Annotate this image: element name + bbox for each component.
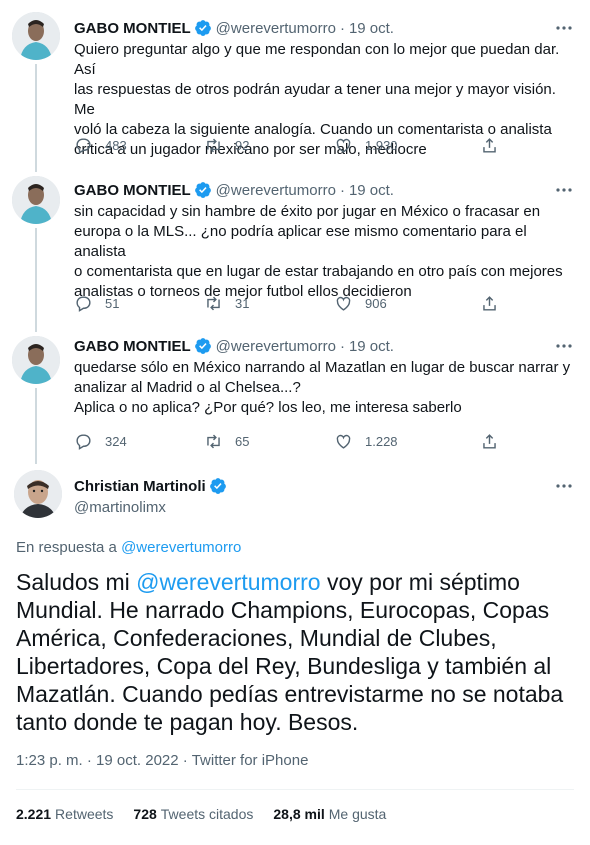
likes-stat[interactable]: 28,8 mil Me gusta [273, 806, 386, 822]
like-count: 1.228 [365, 433, 398, 449]
reply-count: 483 [105, 137, 127, 153]
tweet-actions: 324 65 1.228 [74, 431, 574, 451]
like-button[interactable]: 1.228 [334, 432, 398, 451]
reply-count: 51 [105, 295, 120, 311]
quotes-stat[interactable]: 728 Tweets citados [133, 806, 253, 822]
tweet-full-date[interactable]: 19 oct. 2022 [96, 752, 179, 769]
tweet-actions: 51 31 906 [74, 293, 574, 313]
main-author-handle[interactable]: @martinolimx [74, 499, 231, 516]
author-handle[interactable]: @werevertumorro [216, 20, 336, 37]
quotes-count: 728 [133, 806, 157, 822]
author-name[interactable]: GABO MONTIEL [74, 182, 191, 199]
share-button[interactable] [480, 294, 511, 313]
engagement-stats: 2.221 Retweets 728 Tweets citados 28,8 mil… [16, 806, 406, 822]
retweets-count: 2.221 [16, 806, 52, 822]
author-name[interactable]: GABO MONTIEL [74, 338, 191, 355]
retweet-button[interactable]: 92 [204, 136, 249, 155]
retweet-count: 31 [235, 295, 250, 311]
share-icon [483, 433, 496, 449]
thread-tweet[interactable]: GABO MONTIEL @werevertumorro · 19 oct. q… [0, 324, 590, 464]
retweet-button[interactable]: 31 [204, 294, 249, 313]
verified-badge-icon [194, 338, 211, 354]
reply-prefix: En respuesta a [16, 539, 117, 556]
separator-dot: · [339, 181, 345, 199]
retweet-icon [207, 434, 220, 448]
meta-sep: · [86, 752, 92, 769]
mention-link[interactable]: @werevertumorro [136, 569, 320, 595]
like-icon [336, 138, 351, 153]
retweet-icon [207, 296, 220, 310]
author-name[interactable]: GABO MONTIEL [74, 20, 191, 37]
tweet-header: GABO MONTIEL @werevertumorro · 19 oct. [74, 18, 574, 38]
reply-button[interactable]: 51 [74, 294, 119, 313]
main-author-name[interactable]: Christian Martinoli [74, 478, 206, 495]
verified-badge-icon [194, 182, 211, 198]
avatar[interactable] [12, 176, 60, 224]
verified-badge-icon [194, 20, 211, 36]
more-icon[interactable] [554, 476, 574, 496]
tweet-date[interactable]: 19 oct. [349, 182, 394, 199]
tweet-date[interactable]: 19 oct. [349, 20, 394, 37]
tweet-actions: 483 92 1.930 [74, 135, 574, 155]
quotes-label: Tweets citados [160, 806, 254, 822]
reply-button[interactable]: 483 [74, 136, 127, 155]
tweet-source: Twitter for iPhone [191, 752, 309, 769]
thread-tweet[interactable]: GABO MONTIEL @werevertumorro · 19 oct. Q… [0, 0, 590, 164]
tweet-time[interactable]: 1:23 p. m. [16, 752, 83, 769]
separator-dot: · [339, 19, 345, 37]
tweet-meta: 1:23 p. m. · 19 oct. 2022 · Twitter for … [16, 752, 308, 769]
tweet-text: sin capacidad y sin hambre de éxito por … [74, 203, 563, 300]
reply-icon [76, 295, 91, 312]
reply-count: 324 [105, 433, 127, 449]
meta-sep: · [182, 752, 188, 769]
reply-mention-link[interactable]: @werevertumorro [121, 539, 241, 556]
share-icon [483, 295, 496, 311]
retweets-label: Retweets [55, 806, 114, 822]
author-handle[interactable]: @werevertumorro [216, 338, 336, 355]
likes-count: 28,8 mil [273, 806, 325, 822]
retweet-button[interactable]: 65 [204, 432, 249, 451]
verified-badge-icon [209, 478, 226, 494]
reply-icon [76, 137, 91, 154]
tweet-header: GABO MONTIEL @werevertumorro · 19 oct. [74, 336, 574, 356]
more-icon[interactable] [554, 18, 574, 38]
author-handle[interactable]: @werevertumorro [216, 182, 336, 199]
main-tweet-text: Saludos mi @werevertumorro voy por mi sé… [16, 568, 576, 736]
more-icon[interactable] [554, 336, 574, 356]
like-icon [336, 296, 351, 311]
tweet-header: GABO MONTIEL @werevertumorro · 19 oct. [74, 180, 574, 200]
likes-label: Me gusta [328, 806, 387, 822]
separator-dot: · [339, 337, 345, 355]
reply-icon [76, 433, 91, 450]
share-icon [483, 137, 496, 153]
text-before: Saludos mi [16, 569, 137, 595]
like-count: 906 [365, 295, 387, 311]
like-icon [336, 434, 351, 449]
like-count: 1.930 [365, 137, 398, 153]
share-button[interactable] [480, 136, 511, 155]
reply-context: En respuesta a @werevertumorro [16, 539, 241, 556]
retweets-stat[interactable]: 2.221 Retweets [16, 806, 113, 822]
avatar[interactable] [12, 336, 60, 384]
share-button[interactable] [480, 432, 511, 451]
retweet-count: 92 [235, 137, 250, 153]
divider [16, 789, 574, 790]
retweet-count: 65 [235, 433, 250, 449]
reply-button[interactable]: 324 [74, 432, 127, 451]
avatar[interactable] [12, 12, 60, 60]
like-button[interactable]: 906 [334, 294, 387, 313]
main-author-name-row: Christian Martinoli [74, 477, 231, 495]
retweet-icon [207, 138, 220, 152]
more-icon[interactable] [554, 180, 574, 200]
like-button[interactable]: 1.930 [334, 136, 398, 155]
tweet-date[interactable]: 19 oct. [349, 338, 394, 355]
avatar[interactable] [14, 470, 62, 518]
tweet-text: quedarse sólo en México narrando al Maza… [74, 359, 571, 416]
thread-tweet[interactable]: GABO MONTIEL @werevertumorro · 19 oct. s… [0, 164, 590, 324]
